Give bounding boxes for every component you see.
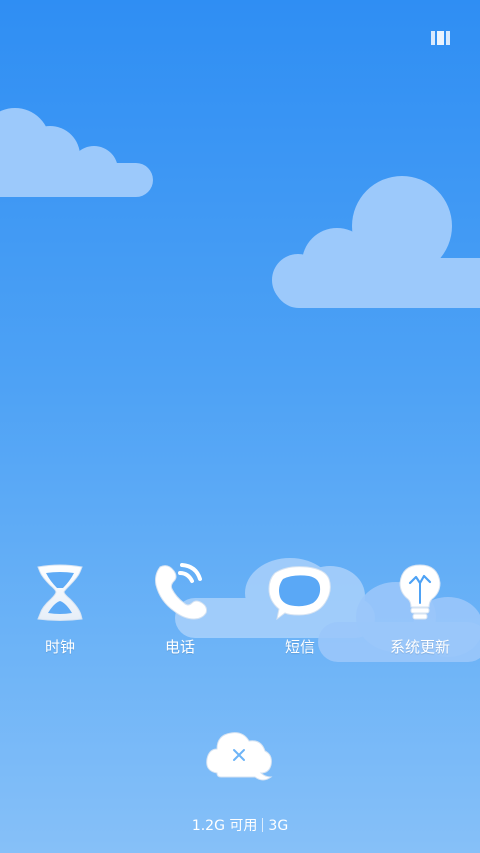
cloud-top-right xyxy=(272,176,480,310)
recent-tasks-icon[interactable] xyxy=(431,31,450,45)
app-label: 电话 xyxy=(164,638,195,656)
app-label: 系统更新 xyxy=(389,638,450,656)
phone-icon xyxy=(145,560,215,624)
memory-available-text: 1.2G 可用 xyxy=(191,818,258,834)
app-system-update[interactable]: 系统更新 xyxy=(360,560,480,660)
lightbulb-icon xyxy=(385,560,455,624)
clean-memory-button[interactable] xyxy=(203,725,275,787)
status-divider xyxy=(262,818,264,832)
memory-status: 1.2G 可用 3G xyxy=(0,815,480,835)
hourglass-icon xyxy=(25,560,95,624)
network-type-text: 3G xyxy=(268,818,289,834)
app-phone[interactable]: 电话 xyxy=(120,560,240,660)
cloud-top-left xyxy=(0,108,155,200)
message-bubble-icon xyxy=(265,560,335,624)
app-sms[interactable]: 短信 xyxy=(240,560,360,660)
app-label: 短信 xyxy=(284,638,315,656)
cloud-close-icon xyxy=(206,732,273,781)
app-clock[interactable]: 时钟 xyxy=(0,560,120,660)
app-label: 时钟 xyxy=(44,638,75,656)
